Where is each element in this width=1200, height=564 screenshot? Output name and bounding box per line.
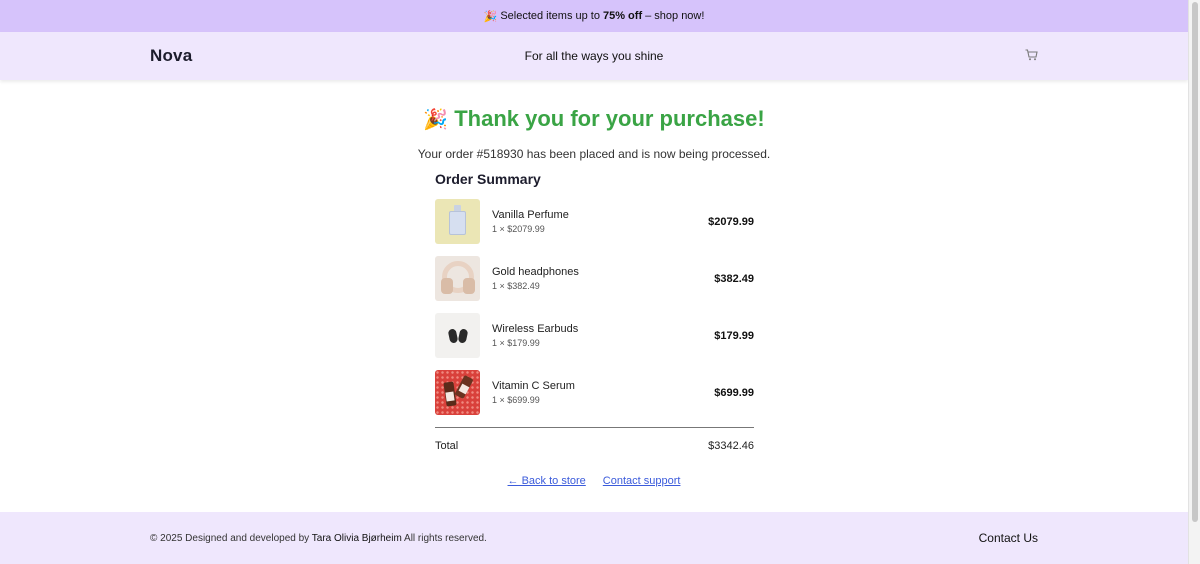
- order-item: Vitamin C Serum 1 × $699.99 $699.99: [435, 370, 754, 415]
- order-summary: Order Summary Vanilla Perfume 1 × $2079.…: [435, 171, 754, 452]
- order-item: Gold headphones 1 × $382.49 $382.49: [435, 256, 754, 301]
- cart-icon[interactable]: [1024, 49, 1038, 63]
- item-quantity: 1 × $179.99: [492, 338, 540, 348]
- item-name: Vitamin C Serum: [492, 380, 575, 392]
- promo-text-after: – shop now!: [645, 10, 705, 22]
- main-content: 🎉 Thank you for your purchase! Your orde…: [0, 80, 1188, 512]
- item-quantity: 1 × $382.49: [492, 281, 540, 291]
- cart-icon-glyph: [1025, 49, 1038, 61]
- party-popper-icon: 🎉: [423, 108, 449, 131]
- item-price: $179.99: [714, 329, 754, 342]
- confirmation-links: ← Back to store Contact support: [0, 475, 1188, 487]
- item-name: Wireless Earbuds: [492, 323, 579, 335]
- copyright-before: © 2025 Designed and developed by: [150, 532, 310, 544]
- total-label: Total: [435, 440, 459, 452]
- item-quantity: 1 × $2079.99: [492, 224, 545, 234]
- item-name: Vanilla Perfume: [492, 209, 569, 221]
- page-scrollbar[interactable]: [1188, 0, 1200, 564]
- promo-banner: 🎉 Selected items up to 75% off – shop no…: [0, 0, 1188, 32]
- item-price: $382.49: [714, 272, 754, 285]
- site-footer: © 2025 Designed and developed by Tara Ol…: [0, 512, 1188, 564]
- order-status-message: Your order #518930 has been placed and i…: [417, 147, 771, 161]
- item-name: Gold headphones: [492, 266, 579, 278]
- confirmation-heading: 🎉 Thank you for your purchase!: [0, 106, 1188, 132]
- copyright-after: All rights reserved.: [404, 532, 487, 544]
- gold-headphones-image: [435, 256, 480, 301]
- brand-logo[interactable]: Nova: [150, 46, 192, 66]
- vanilla-perfume-image: [435, 199, 480, 244]
- total-value: $3342.46: [708, 440, 754, 452]
- promo-discount: 75% off: [602, 10, 643, 22]
- contact-support-link[interactable]: Contact support: [603, 475, 681, 487]
- author-name: Tara Olivia Bjørheim: [311, 532, 402, 544]
- scrollbar-thumb[interactable]: [1192, 2, 1198, 522]
- page-title: Thank you for your purchase!: [454, 106, 765, 131]
- party-popper-icon: 🎉: [483, 10, 498, 23]
- order-confirmation-page: 🎉 Selected items up to 75% off – shop no…: [0, 0, 1188, 564]
- site-header: Nova For all the ways you shine: [0, 32, 1188, 80]
- order-item: Vanilla Perfume 1 × $2079.99 $2079.99: [435, 199, 754, 244]
- item-price: $2079.99: [708, 215, 754, 228]
- contact-us-link[interactable]: Contact Us: [979, 531, 1038, 545]
- copyright-text: © 2025 Designed and developed by Tara Ol…: [150, 533, 487, 544]
- order-summary-title: Order Summary: [435, 171, 541, 187]
- vitamin-c-serum-image: [435, 370, 480, 415]
- back-to-store-link[interactable]: ← Back to store: [508, 475, 586, 487]
- promo-text-before: Selected items up to: [500, 10, 600, 22]
- item-price: $699.99: [714, 386, 754, 399]
- order-item: Wireless Earbuds 1 × $179.99 $179.99: [435, 313, 754, 358]
- wireless-earbuds-image: [435, 313, 480, 358]
- summary-divider: [435, 427, 754, 428]
- item-quantity: 1 × $699.99: [492, 395, 540, 405]
- order-total: Total $3342.46: [435, 440, 754, 452]
